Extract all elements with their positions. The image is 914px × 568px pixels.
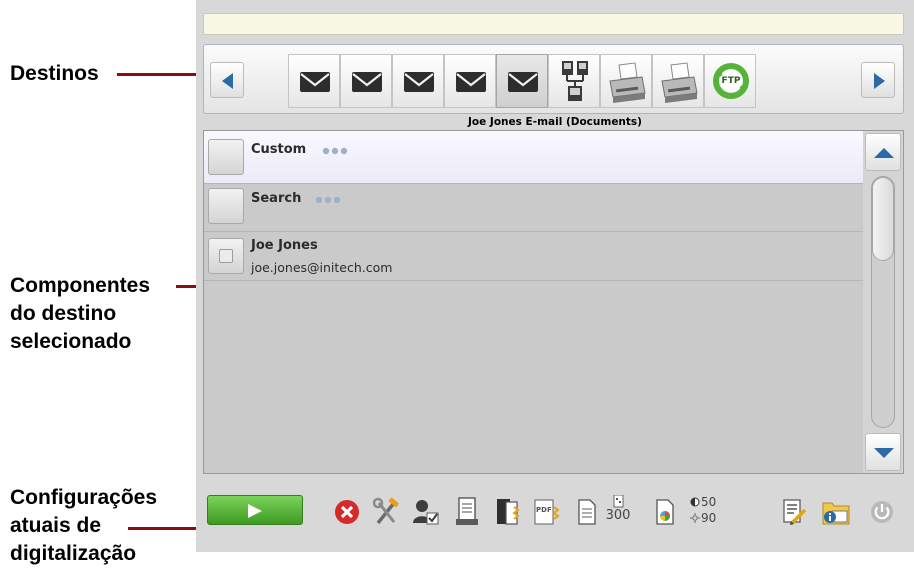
callout-destinos: Destinos xyxy=(10,60,99,88)
destination-email-3[interactable] xyxy=(392,54,444,108)
folder-info-icon xyxy=(822,502,850,525)
user-check-icon xyxy=(413,500,439,525)
list-item-search[interactable]: Search xyxy=(204,184,864,232)
brightness-contrast-button[interactable]: 50 90 xyxy=(688,495,720,529)
start-scan-button[interactable] xyxy=(207,495,303,525)
destination-printer-2[interactable] xyxy=(652,54,704,108)
recipient-name: Joe Jones xyxy=(251,238,318,253)
envelope-icon xyxy=(404,72,434,92)
contrast-icon xyxy=(690,513,700,523)
single-document-icon xyxy=(578,499,596,525)
destination-email-4[interactable] xyxy=(444,54,496,108)
list-item-joe-jones[interactable]: Joe Jones joe.jones@initech.com xyxy=(204,232,864,281)
resolution-value: 300 xyxy=(605,508,631,523)
triangle-up-icon xyxy=(874,148,894,158)
scanner-document-icon xyxy=(456,497,478,525)
callout-configuracoes: Configurações atuais de digitalização xyxy=(10,484,157,568)
resolution-button[interactable]: 300 xyxy=(602,495,634,529)
callout-config-line1: Configurações xyxy=(10,486,158,509)
callout-config-line3: digitalização xyxy=(10,542,137,565)
edit-settings-button[interactable] xyxy=(778,495,810,529)
status-bar xyxy=(203,13,904,35)
destination-email-1[interactable] xyxy=(288,54,340,108)
power-button[interactable] xyxy=(866,495,898,529)
cancel-icon xyxy=(335,500,359,524)
triangle-right-icon xyxy=(874,73,885,89)
destination-strip: FTP xyxy=(203,44,904,114)
more-dots-icon xyxy=(315,196,341,204)
envelope-icon xyxy=(300,72,330,92)
list-item-custom[interactable]: Custom xyxy=(204,131,864,184)
checkbox-box xyxy=(219,249,233,263)
destinations-next-button[interactable] xyxy=(861,62,895,98)
destination-ftp[interactable]: FTP xyxy=(704,54,756,108)
envelope-icon xyxy=(456,72,486,92)
cancel-button[interactable] xyxy=(331,495,363,529)
destination-printer-1[interactable] xyxy=(600,54,652,108)
scanner-panel: FTP Joe Jones E-mail (Documents) Custom … xyxy=(196,0,914,552)
printer-icon xyxy=(661,62,698,103)
callout-config-line2: atuais de xyxy=(10,514,102,537)
pdf-format-button[interactable]: PDF xyxy=(530,495,562,529)
envelope-icon xyxy=(508,72,538,92)
document-stack-icon xyxy=(497,499,520,525)
color-mode-button[interactable] xyxy=(648,495,680,529)
ftp-label: FTP xyxy=(721,76,741,86)
document-type-button[interactable] xyxy=(570,495,602,529)
tools-icon xyxy=(372,497,400,525)
destination-email-2[interactable] xyxy=(340,54,392,108)
selected-destination-title: Joe Jones E-mail (Documents) xyxy=(468,116,642,128)
envelope-icon xyxy=(352,72,382,92)
scroll-thumb[interactable] xyxy=(872,177,894,261)
triangle-left-icon xyxy=(222,73,233,89)
list-item-label: Search xyxy=(251,191,302,206)
row-button[interactable] xyxy=(208,188,244,224)
brightness-value: 50 xyxy=(701,495,717,509)
components-list: Custom Search Joe Jones joe.jones@initec… xyxy=(203,130,904,474)
pdf-label: PDF xyxy=(536,506,552,514)
settings-button[interactable] xyxy=(370,495,402,529)
recipient-checkbox[interactable] xyxy=(208,238,244,274)
brightness-icon xyxy=(690,497,700,507)
callout-componentes-line1: Componentes xyxy=(10,274,151,297)
destination-email-5-selected[interactable] xyxy=(496,54,548,108)
recipient-email: joe.jones@initech.com xyxy=(251,260,393,275)
callout-destinos-label: Destinos xyxy=(10,62,99,85)
scroll-up-button[interactable] xyxy=(865,133,901,171)
callout-componentes: Componentes do destino selecionado xyxy=(10,272,150,356)
destination-network[interactable] xyxy=(548,54,600,108)
destinations-prev-button[interactable] xyxy=(210,62,244,98)
output-format-button[interactable] xyxy=(492,495,524,529)
callout-componentes-line2: do destino xyxy=(10,302,117,325)
contrast-value: 90 xyxy=(701,511,717,525)
scroll-down-button[interactable] xyxy=(865,433,901,471)
color-document-icon xyxy=(656,499,674,525)
list-item-label: Custom xyxy=(251,142,307,157)
triangle-down-icon xyxy=(874,448,894,458)
user-button[interactable] xyxy=(410,495,442,529)
edit-list-icon xyxy=(783,499,807,525)
play-icon xyxy=(248,504,262,518)
scan-side-button[interactable] xyxy=(452,495,484,529)
components-scrollbar[interactable] xyxy=(863,131,903,473)
power-icon xyxy=(871,501,893,523)
row-button[interactable] xyxy=(208,139,244,175)
network-icon xyxy=(562,61,588,101)
callout-componentes-line3: selecionado xyxy=(10,330,132,353)
info-button[interactable] xyxy=(820,495,852,529)
scroll-track[interactable] xyxy=(871,176,895,428)
more-dots-icon xyxy=(322,147,348,155)
printer-icon xyxy=(609,62,646,103)
